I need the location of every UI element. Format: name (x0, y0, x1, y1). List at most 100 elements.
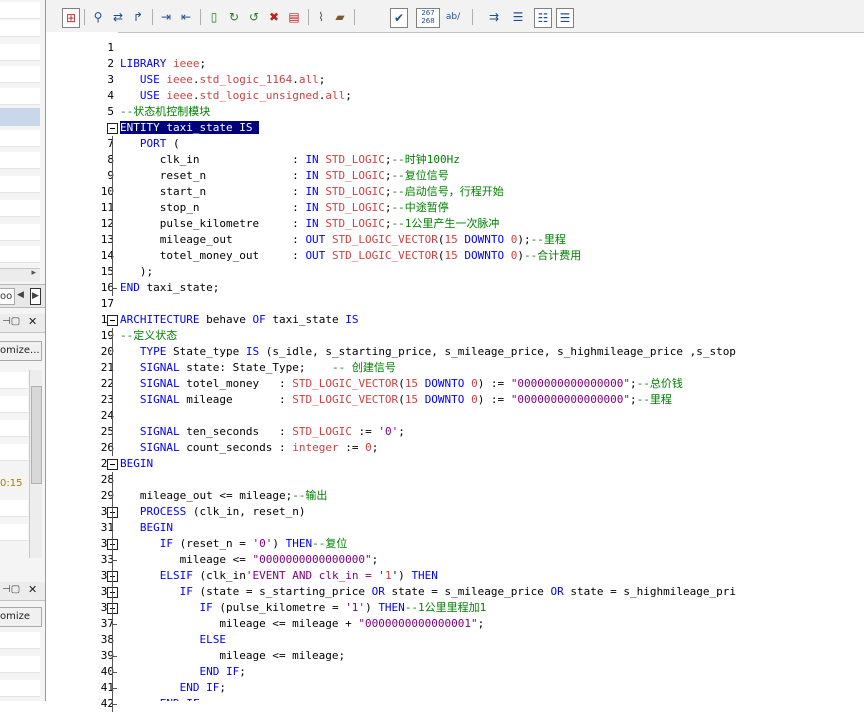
list-item[interactable] (0, 420, 28, 437)
list-item[interactable] (0, 2, 40, 19)
close-icon[interactable]: ✕ (28, 315, 37, 328)
code-line[interactable]: ); (120, 264, 153, 280)
list-item[interactable] (0, 176, 40, 193)
code-line[interactable]: SIGNAL ten_seconds : STD_LOGIC := '0'; (120, 424, 405, 440)
code-line[interactable]: totel_money_out : OUT STD_LOGIC_VECTOR(1… (120, 248, 582, 264)
step-icon[interactable]: ⇉ (486, 8, 502, 26)
column-select-icon[interactable]: ⊞ (62, 8, 80, 28)
list-item[interactable] (0, 44, 40, 61)
list-item[interactable] (0, 224, 40, 241)
tab-scroll-right-icon[interactable]: ▶ (30, 288, 41, 305)
code-line[interactable]: reset_n : IN STD_LOGIC;--复位信号 (120, 168, 449, 184)
goto-icon[interactable]: ↱ (130, 8, 146, 26)
fold-toggle-icon[interactable] (107, 315, 118, 326)
list-item[interactable] (0, 680, 40, 697)
list-item[interactable] (0, 396, 28, 413)
code-line[interactable]: SIGNAL count_seconds : integer := 0; (120, 440, 378, 456)
code-line[interactable]: USE ieee.std_logic_1164.all; (120, 72, 325, 88)
outdent-icon[interactable]: ⇤ (178, 8, 194, 26)
list-item[interactable] (0, 500, 28, 517)
code-line[interactable]: mileage <= mileage + "0000000000000001"; (120, 616, 484, 632)
code-line[interactable]: ELSE (120, 632, 226, 648)
list-item[interactable] (0, 246, 40, 263)
list-item[interactable] (0, 524, 28, 541)
list-item[interactable] (0, 632, 40, 649)
horizontal-scrollbar[interactable]: ▸ (0, 268, 40, 281)
panel-tab-bar: oo ◀ ▶ (0, 284, 45, 308)
code-line[interactable]: TYPE State_type IS (s_idle, s_starting_p… (120, 344, 736, 360)
code-line[interactable]: PROCESS (clk_in, reset_n) (120, 504, 306, 520)
code-line[interactable]: IF (pulse_kilometre = '1') THEN--1公里里程加1 (120, 600, 486, 616)
fold-toggle-icon[interactable] (107, 459, 118, 470)
code-line[interactable]: ENTITY taxi_state IS (120, 120, 260, 136)
indent-icon[interactable]: ⇥ (158, 8, 174, 26)
attach-icon[interactable]: ⌇ (314, 8, 328, 26)
code-line[interactable]: pulse_kilometre : IN STD_LOGIC;--1公里产生一次… (120, 216, 500, 232)
find-icon[interactable]: ⚲ (90, 8, 106, 26)
fold-toggle-icon[interactable] (107, 123, 118, 134)
code-line[interactable]: mileage <= mileage; (120, 648, 345, 664)
code-line[interactable]: END IF; (120, 696, 206, 701)
check-icon[interactable]: ✔ (390, 8, 408, 28)
view-toggle-1-icon[interactable]: ☰ (510, 8, 526, 26)
code-editor[interactable]: LIBRARY ieee; USE ieee.std_logic_1164.al… (120, 32, 864, 701)
list-item[interactable] (0, 66, 40, 83)
close-icon[interactable]: ✕ (28, 583, 37, 596)
line-number: 40 (100, 665, 114, 678)
bookmark-list-icon[interactable]: ▤ (286, 8, 302, 26)
list-item[interactable] (0, 372, 28, 389)
code-line[interactable]: PORT ( (120, 136, 180, 152)
column-counter-icon[interactable]: 267 268 (416, 8, 440, 28)
pin-icon[interactable]: ⊣▢ (2, 584, 20, 595)
code-line[interactable]: ELSIF (clk_in'EVENT AND clk_in = '1') TH… (120, 568, 438, 584)
code-line[interactable]: SIGNAL mileage : STD_LOGIC_VECTOR(15 DOW… (120, 392, 672, 408)
list-item[interactable] (0, 656, 40, 673)
list-item[interactable] (0, 200, 40, 217)
code-line[interactable]: BEGIN (120, 520, 173, 536)
bookmark-prev-icon[interactable]: ↺ (246, 8, 262, 26)
list-item[interactable] (0, 130, 40, 147)
code-line[interactable]: END IF; (120, 664, 245, 680)
code-line[interactable]: LIBRARY ieee; (120, 56, 206, 72)
bookmark-clear-icon[interactable]: ✖ (266, 8, 282, 26)
tab-scroll-left-icon[interactable]: ◀ (16, 288, 25, 303)
code-line[interactable]: BEGIN (120, 456, 153, 472)
code-line[interactable]: END taxi_state; (120, 280, 219, 296)
list-item[interactable] (0, 88, 40, 105)
code-line[interactable]: USE ieee.std_logic_unsigned.all; (120, 88, 352, 104)
scroll-right-icon[interactable]: ▸ (31, 268, 36, 278)
vertical-scrollbar[interactable] (29, 370, 42, 558)
code-line[interactable]: IF (reset_n = '0') THEN--复位 (120, 536, 348, 552)
code-line[interactable]: start_n : IN STD_LOGIC;--启动信号，行程开始 (120, 184, 504, 200)
line-number: 4 (107, 89, 114, 102)
list-item[interactable] (0, 444, 28, 461)
list-item[interactable] (0, 152, 40, 169)
pin-icon[interactable]: ⊣▢ (2, 316, 20, 327)
view-toggle-3-icon[interactable]: ☰ (556, 8, 574, 28)
bookmark-toggle-icon[interactable]: ▯ (206, 8, 222, 26)
code-line[interactable]: clk_in : IN STD_LOGIC;--时钟100Hz (120, 152, 460, 168)
code-line[interactable]: IF (state = s_starting_price OR state = … (120, 584, 736, 600)
code-line[interactable]: --状态机控制模块 (120, 104, 210, 120)
code-line[interactable]: stop_n : IN STD_LOGIC;--中途暂停 (120, 200, 449, 216)
code-line[interactable]: SIGNAL state: State_Type; -- 创建信号 (120, 360, 396, 376)
script-icon[interactable]: ▰ (332, 8, 348, 26)
customize-button[interactable]: omize... (0, 341, 42, 361)
panel-tab[interactable]: oo (0, 288, 15, 305)
line-number: 9 (107, 169, 114, 182)
code-line[interactable]: mileage_out : OUT STD_LOGIC_VECTOR(15 DO… (120, 232, 566, 248)
scrollbar-thumb[interactable] (31, 386, 42, 484)
code-line[interactable]: ARCHITECTURE behave OF taxi_state IS (120, 312, 358, 328)
code-line[interactable]: SIGNAL totel_money : STD_LOGIC_VECTOR(15… (120, 376, 683, 392)
bookmark-next-icon[interactable]: ↻ (226, 8, 242, 26)
find-replace-icon[interactable]: ⇄ (110, 8, 126, 26)
code-line[interactable]: --定义状态 (120, 328, 177, 344)
selected-list-item[interactable] (0, 108, 40, 126)
view-toggle-2-icon[interactable]: ☷ (534, 8, 552, 28)
list-item[interactable] (0, 20, 40, 37)
code-line[interactable]: mileage_out <= mileage;--输出 (120, 488, 328, 504)
customize-button-2[interactable]: omize (0, 607, 42, 627)
code-line[interactable]: mileage <= "0000000000000000"; (120, 552, 379, 568)
word-wrap-icon[interactable]: ab/ (442, 8, 464, 26)
code-line[interactable]: END IF; (120, 680, 226, 696)
